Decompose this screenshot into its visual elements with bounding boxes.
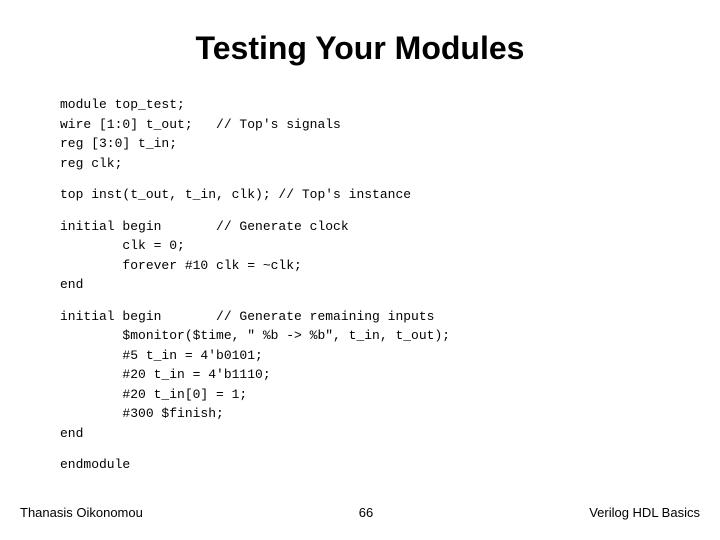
code-instance-line: top inst(t_out, t_in, clk); // Top's ins…: [60, 185, 660, 205]
code-initial-inputs: initial begin // Generate remaining inpu…: [60, 307, 660, 444]
code-initial-clock: initial begin // Generate clock clk = 0;…: [60, 217, 660, 295]
slide-title: Testing Your Modules: [60, 30, 660, 67]
footer: Thanasis Oikonomou 66 Verilog HDL Basics: [0, 505, 720, 520]
footer-author: Thanasis Oikonomou: [20, 505, 143, 520]
footer-course-title: Verilog HDL Basics: [589, 505, 700, 520]
footer-page-number: 66: [359, 505, 373, 520]
slide-container: Testing Your Modules module top_test; wi…: [0, 0, 720, 540]
code-endmodule: endmodule: [60, 455, 660, 475]
code-module-def: module top_test; wire [1:0] t_out; // To…: [60, 95, 660, 173]
